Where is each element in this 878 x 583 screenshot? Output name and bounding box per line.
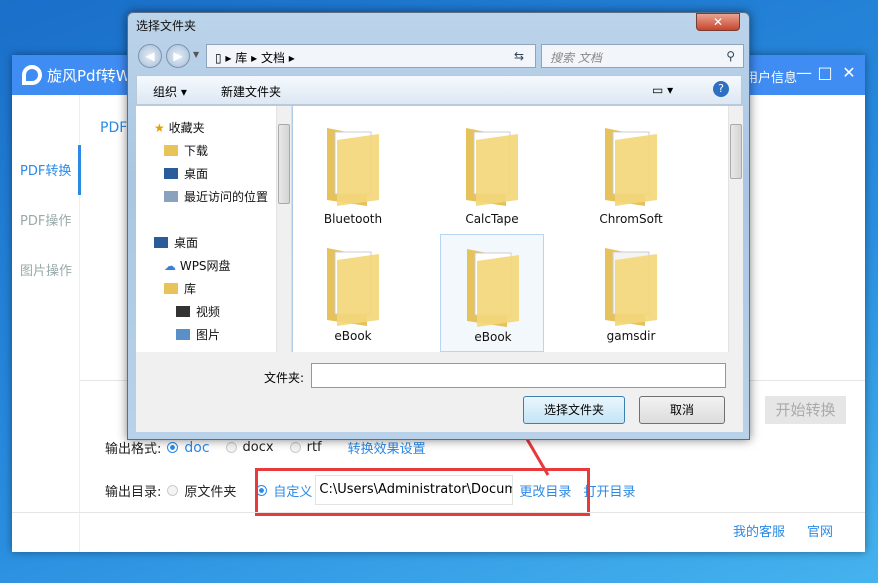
refresh-icon[interactable]: ⇆ [514, 49, 524, 63]
folder-name: ChromSoft [599, 212, 663, 226]
select-folder-dialog: 选择文件夹 ✕ ◀ ▶ ▼ ▯ ▸ 库 ▸ 文档 ▸ ⇆ 搜索 文档 ⚲ 组织 ▾… [127, 12, 750, 440]
forward-button[interactable]: ▶ [166, 44, 190, 68]
desktop-icon [164, 168, 178, 179]
files-scrollbar-thumb[interactable] [730, 124, 742, 179]
nav-item-downloads[interactable]: 下载 [164, 142, 208, 159]
breadcrumb-library[interactable]: 库 [235, 51, 247, 65]
folder-item[interactable]: eBook [440, 234, 544, 352]
cloud-icon: ☁ [164, 259, 176, 273]
folder-item[interactable]: eBook [301, 234, 405, 352]
files-scrollbar[interactable] [728, 106, 743, 352]
dialog-close-button[interactable]: ✕ [696, 13, 740, 31]
view-options-icon[interactable]: ▭ ▾ [652, 83, 673, 97]
help-icon[interactable]: ? [713, 81, 729, 97]
document-icon: ▯ [215, 51, 222, 65]
nav-item-videos[interactable]: 视频 [176, 303, 220, 320]
folder-item[interactable]: Bluetooth [301, 114, 405, 226]
folder-name: eBook [474, 330, 512, 344]
folder-icon [327, 248, 379, 326]
cancel-button[interactable]: 取消 [639, 396, 725, 424]
star-icon: ★ [154, 121, 165, 135]
navigation-pane: ★ 收藏夹 下载 桌面 最近访问的位置 桌面 ☁ WPS网盘 库 视频 图片 [136, 106, 292, 352]
library-icon [164, 283, 178, 294]
folder-name: gamsdir [606, 329, 656, 343]
folder-item[interactable]: CalcTape [440, 114, 544, 226]
folder-grid: Bluetooth CalcTape ChromSoft eBook eBook… [293, 106, 743, 352]
search-input[interactable]: 搜索 文档 ⚲ [541, 44, 744, 68]
desktop-icon [154, 237, 168, 248]
organize-button[interactable]: 组织 ▾ [153, 83, 187, 100]
recent-icon [164, 191, 178, 202]
folder-name: CalcTape [465, 212, 519, 226]
video-icon [176, 306, 190, 317]
folder-label: 文件夹: [264, 371, 305, 385]
search-icon: ⚲ [726, 49, 735, 63]
nav-item-desktop-root[interactable]: 桌面 [154, 234, 198, 251]
nav-scrollbar-thumb[interactable] [278, 124, 290, 204]
back-button[interactable]: ◀ [138, 44, 162, 68]
nav-item-recent[interactable]: 最近访问的位置 [164, 188, 268, 205]
dialog-toolbar: 组织 ▾ 新建文件夹 ▭ ▾ ? [136, 75, 742, 105]
new-folder-button[interactable]: 新建文件夹 [221, 83, 281, 100]
folder-name-input[interactable] [311, 363, 726, 388]
download-folder-icon [164, 145, 178, 156]
dialog-bottom: 文件夹: 选择文件夹 取消 [136, 352, 743, 432]
nav-item-desktop[interactable]: 桌面 [164, 165, 208, 182]
breadcrumb-documents[interactable]: 文档 [261, 51, 285, 65]
dialog-title: 选择文件夹 [136, 19, 197, 33]
history-dropdown-icon[interactable]: ▼ [193, 50, 199, 59]
address-bar[interactable]: ▯ ▸ 库 ▸ 文档 ▸ [206, 44, 536, 68]
nav-item-favorites[interactable]: ★ 收藏夹 [154, 119, 205, 136]
nav-item-library[interactable]: 库 [164, 280, 196, 297]
folder-icon [605, 248, 657, 326]
folder-name: Bluetooth [323, 212, 383, 226]
folder-item[interactable]: ChromSoft [579, 114, 683, 226]
nav-scrollbar[interactable] [276, 106, 291, 352]
select-folder-button[interactable]: 选择文件夹 [523, 396, 625, 424]
folder-name: eBook [334, 329, 372, 343]
folder-icon [605, 128, 657, 206]
folder-icon [466, 128, 518, 206]
folder-icon [467, 249, 519, 327]
folder-icon [327, 128, 379, 206]
nav-item-pictures[interactable]: 图片 [176, 326, 220, 343]
nav-item-wps-cloud[interactable]: ☁ WPS网盘 [164, 257, 231, 274]
folder-item[interactable]: gamsdir [579, 234, 683, 352]
picture-icon [176, 329, 190, 340]
